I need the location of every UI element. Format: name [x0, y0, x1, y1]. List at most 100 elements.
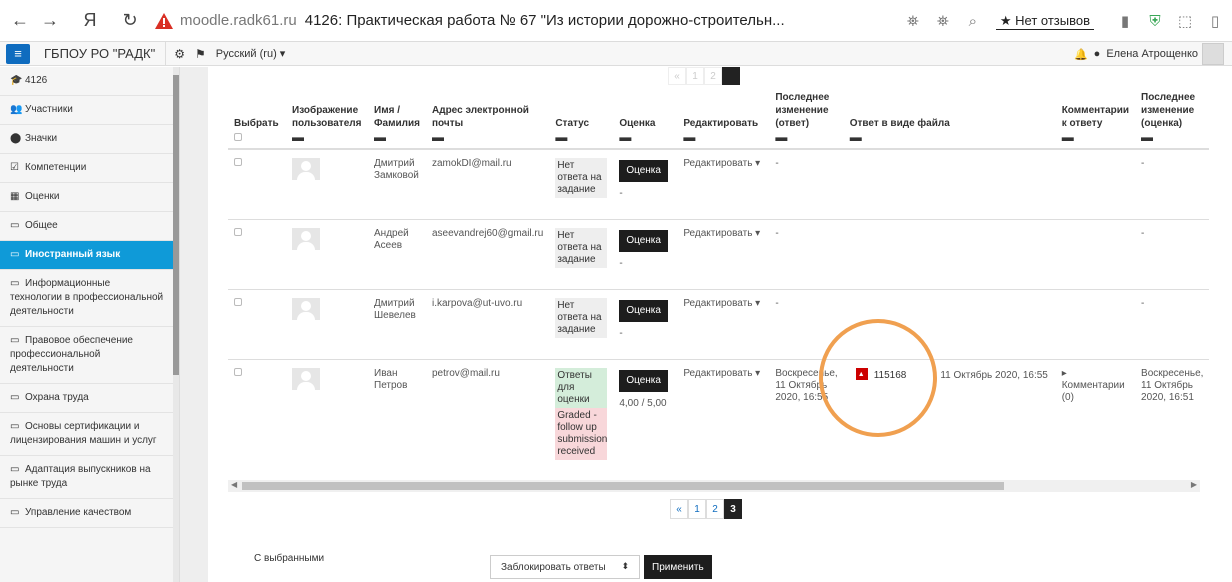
col-picture[interactable]: Изображение пользователя ▬ [286, 85, 368, 150]
page-title[interactable]: 4126: Практическая работа № 67 "Из истор… [305, 12, 865, 29]
apply-button[interactable]: Применить [644, 555, 712, 579]
status-badge: Нет ответа на задание [555, 297, 608, 338]
browser-toolbar: ← → Я ↻ moodle.radk61.ru 4126: Практичес… [0, 0, 1232, 42]
reviews-button[interactable]: ★ Нет отзывов [995, 13, 1094, 30]
yandex-logo-icon[interactable]: Я [76, 7, 104, 35]
url-domain[interactable]: moodle.radk61.ru [180, 12, 297, 29]
back-icon[interactable]: ← [6, 7, 34, 35]
grade-button[interactable]: Оценка [619, 160, 668, 182]
bulk-action-select[interactable]: Заблокировать ответы ⬍ [490, 555, 640, 579]
shield-icon[interactable]: ⛨ [1142, 8, 1168, 34]
edit-dropdown[interactable]: Редактировать ▾ [677, 218, 770, 289]
user-name[interactable]: Иван Петров [368, 358, 426, 477]
sidebar-item-label: Правовое обеспечение профессиональной де… [10, 335, 133, 374]
folder-icon: ▭ [10, 507, 20, 518]
edit-dropdown[interactable]: Редактировать ▾ [677, 148, 770, 219]
grade-button[interactable]: Оценка [619, 229, 668, 252]
extension-icon[interactable]: ⬚ [1172, 8, 1198, 34]
sidebar-item[interactable]: ☑ Компетенции [0, 154, 174, 183]
menu-icon[interactable]: ≡ [6, 43, 30, 64]
col-last-modified[interactable]: Последнее изменение (ответ) ▬ [769, 85, 844, 150]
search-icon[interactable]: ⌕ [960, 8, 986, 34]
col-status[interactable]: Статус ▬ [549, 85, 614, 150]
sitemap-icon[interactable]: ⚑ [195, 47, 206, 61]
sidebar-item[interactable]: 🎓 4126 [0, 67, 174, 96]
row-checkbox[interactable] [234, 297, 242, 306]
table-row: Иван Петров petrov@mail.ru Ответы для оц… [228, 358, 1210, 477]
translate-icon[interactable]: ⛯ [900, 8, 926, 34]
last-modified: - [769, 218, 844, 289]
edit-dropdown[interactable]: Редактировать ▾ [677, 288, 770, 359]
row-checkbox[interactable] [234, 158, 242, 166]
grade-modified: Воскресенье, 11 Октябрь 2020, 16:51 [1135, 358, 1210, 477]
grade-modified: - [1135, 148, 1210, 219]
document-icon[interactable]: ▯ [1202, 8, 1228, 34]
avatar[interactable] [292, 367, 320, 390]
row-checkbox[interactable] [234, 367, 242, 376]
page-link[interactable]: 2 [706, 499, 724, 519]
reload-icon[interactable]: ↻ [116, 7, 144, 35]
grade-button[interactable]: Оценка [619, 369, 668, 392]
sidebar-item-label: Охрана труда [25, 392, 89, 403]
folder-icon: 🎓 [10, 75, 23, 86]
status-badge: Ответы для оценки [555, 367, 608, 408]
horizontal-scrollbar[interactable]: ◀ ▶ [228, 480, 1200, 492]
sidebar-item-label: Участники [25, 104, 73, 115]
col-last-modified-grade[interactable]: Последнее изменение (оценка) ▬ [1135, 85, 1210, 150]
col-select[interactable]: Выбрать [228, 85, 286, 150]
select-all-checkbox[interactable] [234, 133, 242, 141]
sidebar-item[interactable]: ▭ Управление качеством [0, 499, 174, 528]
folder-icon: ▦ [10, 191, 20, 202]
divider [165, 41, 167, 66]
edit-dropdown[interactable]: Редактировать ▾ [677, 358, 770, 477]
col-grade[interactable]: Оценка ▬ [613, 85, 678, 150]
submissions-table: Выбрать Изображение пользователя ▬ Имя / … [228, 85, 1210, 477]
col-file[interactable]: Ответ в виде файла ▬ [843, 85, 1056, 150]
comments-link[interactable]: ▸ Комментарии (0) [1055, 358, 1136, 477]
sidebar-item[interactable]: ▭ Правовое обеспечение профессиональной д… [0, 327, 174, 384]
chat-icon[interactable]: ● [1094, 48, 1101, 60]
col-edit[interactable]: Редактировать ▬ [677, 85, 770, 150]
sidebar-item[interactable]: ⬤ Значки [0, 125, 174, 154]
sidebar-item[interactable]: ▭ Адаптация выпускников на рынке труда [0, 456, 174, 499]
sidebar-scrollbar[interactable] [173, 67, 179, 582]
folder-icon: ☑ [10, 162, 19, 173]
warning-icon[interactable] [154, 11, 174, 31]
user-name[interactable]: Дмитрий Замковой [368, 148, 426, 219]
avatar[interactable] [292, 158, 320, 180]
settings-icon[interactable]: ⚙ [174, 47, 185, 61]
page-link[interactable]: 3 [724, 499, 742, 519]
with-selected-label: С выбранными [254, 553, 325, 564]
avatar[interactable] [292, 227, 320, 250]
sidebar-item[interactable]: ▭ Охрана труда [0, 384, 174, 413]
pagination: «1 2 3 [670, 499, 742, 519]
col-comments[interactable]: Комментарии к ответу ▬ [1055, 85, 1136, 150]
grade-button[interactable]: Оценка [619, 299, 668, 322]
forward-icon[interactable]: → [36, 7, 64, 35]
bell-icon[interactable]: 🔔 [1074, 48, 1088, 61]
avatar[interactable] [292, 297, 320, 320]
col-email[interactable]: Адрес электронной почты ▬ [426, 85, 550, 150]
row-checkbox[interactable] [234, 227, 242, 236]
sidebar-item[interactable]: 👥 Участники [0, 96, 174, 125]
sidebar-item[interactable]: ▭ Общее [0, 212, 174, 241]
language-selector[interactable]: Русский (ru) ▾ [216, 47, 286, 60]
comments-link[interactable] [1055, 218, 1136, 289]
sidebar-item[interactable]: ▦ Оценки [0, 183, 174, 212]
sidebar: 🎓 4126 👥 Участники ⬤ Значки ☑ Компетенции ▦ Оценк… [0, 67, 180, 582]
avatar[interactable] [1202, 43, 1224, 65]
user-name[interactable]: Елена Атрощенко [1106, 48, 1198, 60]
translate-alt-icon[interactable]: ⛯ [930, 8, 956, 34]
sidebar-item[interactable]: ▭ Информационные технологии в профессиона… [0, 270, 174, 327]
bookmark-icon[interactable]: ▮ [1112, 8, 1138, 34]
sidebar-item[interactable]: ▭ Основы сертификации и лицензирования ма… [0, 413, 174, 456]
page-link[interactable]: « [670, 499, 688, 519]
comments-link[interactable] [1055, 148, 1136, 219]
page-link[interactable]: 1 [688, 499, 706, 519]
sidebar-item[interactable]: ▭ Иностранный язык [0, 241, 174, 270]
user-name[interactable]: Дмитрий Шевелев [368, 288, 426, 359]
comments-link[interactable] [1055, 288, 1136, 359]
site-name[interactable]: ГБПОУ РО "РАДК" [44, 46, 155, 61]
col-name[interactable]: Имя / Фамилия ▬ [368, 85, 426, 150]
user-name[interactable]: Андрей Асеев [368, 218, 426, 289]
